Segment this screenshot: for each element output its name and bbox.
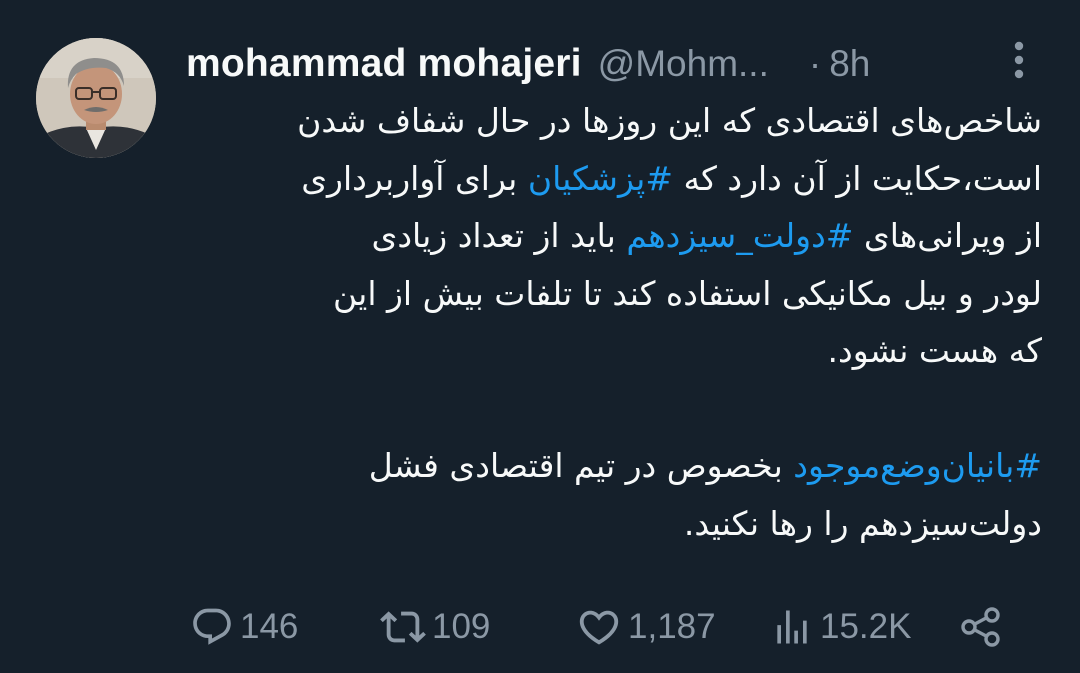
time-separator: ·: [808, 43, 822, 84]
views-icon: [777, 610, 807, 644]
reply-count: 146: [240, 607, 299, 646]
tweet-paragraph-1: شاخص‌های اقتصادی که این روزها در حال شفا…: [180, 92, 1042, 380]
retweet-icon: [380, 611, 426, 643]
tweet-text-line: است،حکایت از آن دارد که #پزشکیان برای آو…: [180, 150, 1042, 208]
tweet-text-line: از ویرانی‌های #دولت_سیزدهم باید از تعداد…: [180, 207, 1043, 265]
tweet-text-segment: که هست نشود.: [827, 331, 1042, 370]
tweet-header: mohammad mohajeri @Mohm... · 8h: [186, 36, 1046, 92]
share-icon: [961, 607, 1000, 647]
tweet-text-segment: لودر و بیل مکانیکی استفاده کند تا تلفات …: [333, 273, 1042, 313]
avatar[interactable]: [36, 38, 156, 158]
tweet-text-segment: برای آواربرداری: [301, 158, 528, 198]
hashtag-link[interactable]: #دولت_سیزدهم: [626, 216, 853, 255]
reply-button[interactable]: 146: [190, 600, 298, 654]
tweet-text-line: که هست نشود.: [180, 322, 1042, 380]
tweet-paragraph-2: #بانیان‌وضع‌موجود بخصوص در تیم اقتصادی ف…: [180, 437, 1042, 552]
reply-icon: [193, 608, 231, 645]
tweet-text-segment: باید از تعداد زیادی: [371, 216, 627, 255]
tweet-text-segment: از ویرانی‌های: [853, 216, 1042, 255]
tweet-text: شاخص‌های اقتصادی که این روزها در حال شفا…: [180, 92, 1042, 552]
tweet-text-line: دولت‌سیزدهم را رها نکنید.: [180, 495, 1042, 553]
hashtag-link[interactable]: #پزشکیان: [528, 159, 673, 198]
like-count: 1,187: [628, 607, 716, 646]
tweet-text-segment: بخصوص در تیم اقتصادی فشل: [368, 446, 794, 485]
more-options-button[interactable]: [1004, 38, 1034, 82]
avatar-image: [36, 38, 156, 158]
retweet-button[interactable]: 109: [380, 600, 490, 654]
tweet-text-segment: است،حکایت از آن دارد که: [673, 158, 1042, 198]
tweet-text-segment: شاخص‌های اقتصادی که این روزها در حال شفا…: [297, 101, 1042, 140]
views-count: 15.2K: [820, 607, 912, 646]
tweet-text-segment: دولت‌سیزدهم را رها نکنید.: [683, 503, 1042, 543]
like-button[interactable]: 1,187: [576, 600, 716, 654]
tweet-text-line: شاخص‌های اقتصادی که این روزها در حال شفا…: [180, 92, 1042, 150]
retweet-count: 109: [432, 607, 491, 646]
tweet-card[interactable]: mohammad mohajeri @Mohm... · 8h شاخص‌های…: [0, 0, 1080, 673]
tweet-text-line: #بانیان‌وضع‌موجود بخصوص در تیم اقتصادی ف…: [180, 437, 1042, 495]
timestamp[interactable]: 8h: [829, 43, 870, 85]
share-button[interactable]: [958, 600, 1004, 654]
tweet-text-line: لودر و بیل مکانیکی استفاده کند تا تلفات …: [180, 265, 1042, 323]
tweet-actions: 146 109 1,187 15.2K: [190, 600, 1020, 654]
heart-icon: [579, 610, 619, 645]
author-name[interactable]: mohammad mohajeri: [186, 42, 582, 86]
hashtag-link[interactable]: #بانیان‌وضع‌موجود: [793, 446, 1042, 485]
views-button[interactable]: 15.2K: [770, 600, 911, 654]
author-handle[interactable]: @Mohm...: [598, 43, 769, 85]
more-vertical-icon: [1014, 41, 1024, 79]
